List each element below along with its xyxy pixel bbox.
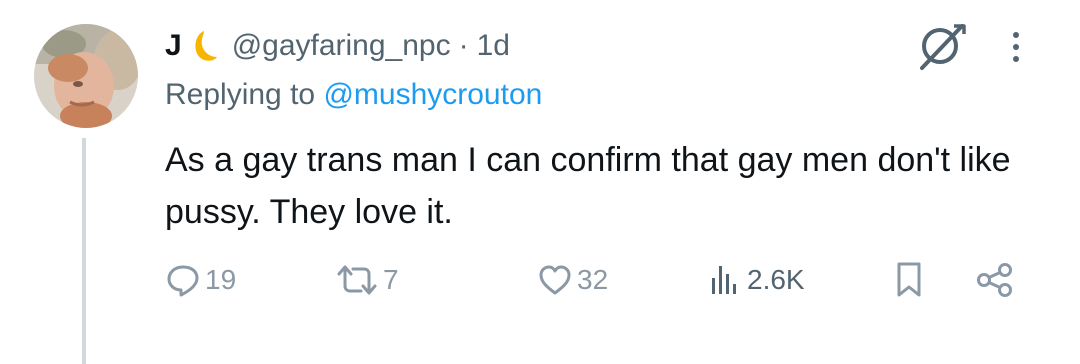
reply-button[interactable]: 19	[165, 258, 236, 302]
replying-to: Replying to @mushycrouton	[165, 78, 542, 112]
like-count: 32	[577, 264, 609, 295]
share-icon	[975, 262, 1015, 298]
heart-icon	[537, 262, 573, 298]
display-name[interactable]: J	[165, 29, 182, 63]
reply-icon	[165, 262, 201, 298]
tweet-text: As a gay trans man I can confirm that ga…	[165, 141, 1011, 231]
reply-count: 19	[205, 264, 237, 295]
bookmark-icon	[893, 261, 925, 299]
timestamp[interactable]: 1d	[477, 29, 510, 63]
replying-to-label: Replying to	[165, 78, 324, 111]
author-handle[interactable]: @gayfaring_npc	[232, 29, 451, 63]
repost-icon	[335, 262, 379, 298]
view-count: 2.6K	[747, 264, 805, 295]
views-icon	[707, 262, 743, 298]
separator-dot: ·	[458, 29, 469, 62]
views-button[interactable]: 2.6K	[707, 258, 805, 302]
more-options-icon[interactable]	[1006, 30, 1026, 69]
thread-line	[82, 138, 86, 364]
grok-icon[interactable]	[914, 20, 970, 77]
avatar[interactable]	[34, 24, 138, 128]
crescent-moon-icon	[188, 29, 218, 63]
reply-handle-link[interactable]: @mushycrouton	[323, 78, 542, 111]
share-button[interactable]	[975, 258, 1015, 302]
repost-button[interactable]: 7	[335, 258, 399, 302]
tweet-header: J @gayfaring_npc · 1d	[165, 24, 510, 68]
like-button[interactable]: 32	[537, 258, 608, 302]
repost-count: 7	[383, 264, 399, 295]
bookmark-button[interactable]	[893, 258, 925, 302]
action-bar: 19 7 32 2.6K	[165, 258, 1035, 302]
